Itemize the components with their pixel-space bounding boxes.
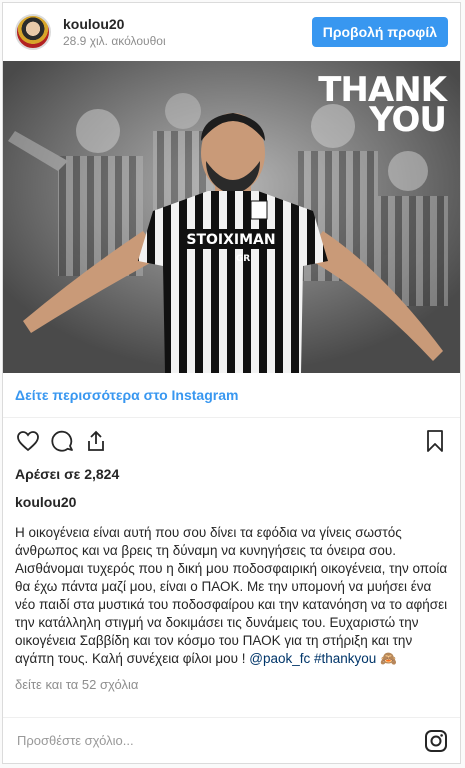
bookmark-icon[interactable] — [418, 424, 452, 458]
post-caption: Η οικογένεια είναι αυτή που σου δίνει τα… — [3, 524, 460, 668]
post-photo[interactable]: STOIXIMAN GR THANK YOU — [3, 61, 460, 373]
likes-count[interactable]: Αρέσει σε 2,824 — [3, 466, 460, 482]
action-bar — [3, 418, 460, 464]
header-text: koulou20 28.9 χιλ. ακόλουθοι — [63, 16, 312, 48]
see-more-link[interactable]: Δείτε περισσότερα στο Instagram — [3, 373, 460, 418]
view-comments-link[interactable]: δείτε και τα 52 σχόλια — [3, 677, 460, 692]
caption-text: Η οικογένεια είναι αυτή που σου δίνει τα… — [15, 525, 448, 666]
instagram-embed-card: koulou20 28.9 χιλ. ακόλουθοι Προβολή προ… — [2, 2, 461, 764]
thank-you-overlay: THANK YOU — [318, 73, 447, 137]
post-username[interactable]: koulou20 — [3, 494, 460, 510]
caption-emoji: 🙈 — [380, 651, 397, 666]
shirt-sponsor-sub: GR — [236, 254, 250, 264]
avatar[interactable] — [15, 14, 51, 50]
post-header: koulou20 28.9 χιλ. ακόλουθοι Προβολή προ… — [3, 3, 460, 61]
instagram-icon[interactable] — [424, 729, 448, 753]
follower-count: 28.9 χιλ. ακόλουθοι — [63, 34, 166, 48]
hashtag-link[interactable]: #thankyou — [314, 651, 376, 666]
shirt-sponsor-text: STOIXIMAN — [186, 232, 275, 248]
mention-link[interactable]: @paok_fc — [249, 651, 310, 666]
heart-icon[interactable] — [11, 424, 45, 458]
share-icon[interactable] — [79, 424, 113, 458]
view-profile-button[interactable]: Προβολή προφίλ — [311, 17, 448, 47]
comment-input[interactable] — [15, 732, 424, 749]
comment-icon[interactable] — [45, 424, 79, 458]
header-username[interactable]: koulou20 — [63, 16, 312, 32]
comment-bar — [3, 717, 460, 763]
